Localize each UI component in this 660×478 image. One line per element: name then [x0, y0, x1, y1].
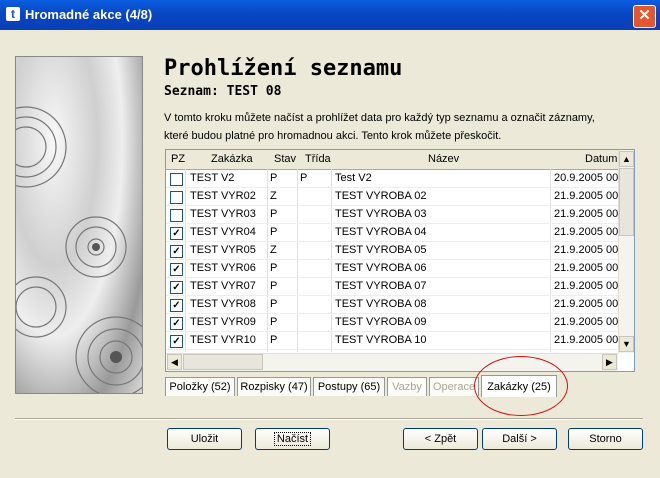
cell-nazev: TEST VYROBA 03 — [335, 208, 427, 220]
scroll-down-button[interactable]: ▼ — [619, 336, 634, 352]
row-checkbox[interactable] — [170, 191, 183, 204]
column-header-datum[interactable]: Datum — [585, 153, 617, 165]
cell-datum: 21.9.2005 00 — [554, 208, 619, 220]
cancel-button[interactable]: Storno — [568, 428, 643, 450]
vertical-scrollbar[interactable]: ▲ ▼ — [618, 150, 634, 353]
cell-stav: Z — [270, 244, 277, 256]
cell-zakazka: TEST VYR10 — [190, 334, 256, 346]
scroll-up-button[interactable]: ▲ — [619, 151, 634, 167]
tab-operace[interactable]: Operace — [429, 377, 479, 396]
cell-datum: 21.9.2005 00 — [554, 190, 619, 202]
cell-stav: P — [270, 334, 278, 346]
cell-stav: P — [270, 208, 278, 220]
cell-zakazka: TEST VYR05 — [190, 244, 256, 256]
cell-zakazka: TEST VYR02 — [190, 190, 256, 202]
separator — [15, 418, 643, 420]
cell-nazev: TEST VYROBA 07 — [335, 280, 427, 292]
row-checkbox[interactable]: ✓ — [170, 317, 183, 330]
cell-stav: P — [270, 298, 278, 310]
column-header-trida[interactable]: Třída — [305, 153, 331, 165]
step-description: V tomto kroku můžete načíst a prohlížet … — [164, 109, 634, 145]
cell-datum: 21.9.2005 00 — [554, 316, 619, 328]
table-row[interactable]: ✓ TEST VYR05 Z TEST VYROBA 05 21.9.2005 00 — [166, 242, 618, 260]
annotation-circle — [474, 356, 568, 416]
next-button[interactable]: Další > — [482, 428, 557, 450]
app-icon: t — [6, 7, 20, 21]
cell-stav: P — [270, 280, 278, 292]
cell-nazev: TEST VYROBA 09 — [335, 316, 427, 328]
cell-nazev: TEST VYROBA 04 — [335, 226, 427, 238]
cell-datum: 21.9.2005 00 — [554, 262, 619, 274]
row-checkbox[interactable]: ✓ — [170, 299, 183, 312]
cell-stav: P — [270, 316, 278, 328]
horizontal-scroll-thumb[interactable] — [183, 354, 263, 370]
description-line: V tomto kroku můžete načíst a prohlížet … — [164, 112, 595, 124]
tab-vazby[interactable]: Vazby — [387, 377, 427, 396]
cell-stav: P — [270, 262, 278, 274]
cell-nazev: Test V2 — [335, 172, 372, 184]
cell-stav: P — [270, 226, 278, 238]
table-row[interactable]: ✓ TEST VYR10 P TEST VYROBA 10 21.9.2005 00 — [166, 332, 618, 350]
table-row[interactable]: TEST VYR02 Z TEST VYROBA 02 21.9.2005 00 — [166, 188, 618, 206]
table-row[interactable]: ✓ TEST VYR06 P TEST VYROBA 06 21.9.2005 00 — [166, 260, 618, 278]
cell-zakazka: TEST VYR07 — [190, 280, 256, 292]
table-row[interactable]: TEST V2 P P Test V2 20.9.2005 00 — [166, 170, 618, 188]
cell-datum: 21.9.2005 00 — [554, 280, 619, 292]
column-header-nazev[interactable]: Název — [428, 153, 459, 165]
column-header-stav[interactable]: Stav — [274, 153, 296, 165]
tab-postupy[interactable]: Postupy (65) — [313, 377, 385, 396]
row-checkbox[interactable]: ✓ — [170, 263, 183, 276]
vertical-scroll-thumb[interactable] — [619, 168, 634, 236]
row-checkbox[interactable] — [170, 209, 183, 222]
row-checkbox[interactable]: ✓ — [170, 281, 183, 294]
table-row[interactable]: ✓ TEST VYR08 P TEST VYROBA 08 21.9.2005 00 — [166, 296, 618, 314]
grid-header: PZ Zakázka Stav Třída Název Datum — [166, 150, 618, 170]
cell-nazev: TEST VYROBA 02 — [335, 190, 427, 202]
cell-zakazka: TEST VYR06 — [190, 262, 256, 274]
row-checkbox[interactable]: ✓ — [170, 227, 183, 240]
list-name: Seznam: TEST 08 — [164, 84, 282, 99]
back-button[interactable]: < Zpět — [403, 428, 478, 450]
cell-datum: 21.9.2005 00 — [554, 244, 619, 256]
scroll-left-button[interactable]: ◀ — [167, 354, 182, 370]
cell-stav: P — [270, 172, 278, 184]
gears-image — [16, 106, 142, 393]
scroll-right-button[interactable]: ▶ — [602, 354, 617, 370]
page-title: Prohlížení seznamu — [164, 56, 403, 81]
row-checkbox[interactable]: ✓ — [170, 245, 183, 258]
cell-zakazka: TEST VYR04 — [190, 226, 256, 238]
records-grid[interactable]: PZ Zakázka Stav Třída Název Datum TEST V… — [165, 149, 635, 372]
tab-polozky[interactable]: Položky (52) — [165, 377, 235, 396]
gears-illustration — [15, 56, 143, 394]
row-checkbox[interactable] — [170, 173, 183, 186]
cell-zakazka: TEST VYR03 — [190, 208, 256, 220]
table-row[interactable]: ✓ TEST VYR09 P TEST VYROBA 09 21.9.2005 00 — [166, 314, 618, 332]
title-bar[interactable]: t Hromadné akce (4/8) ✕ — [0, 0, 660, 30]
column-header-zakazka[interactable]: Zakázka — [211, 153, 253, 165]
cell-zakazka: TEST VYR09 — [190, 316, 256, 328]
cell-nazev: TEST VYROBA 06 — [335, 262, 427, 274]
cell-nazev: TEST VYROBA 05 — [335, 244, 427, 256]
window-title: Hromadné akce (4/8) — [25, 7, 153, 22]
cell-datum: 21.9.2005 00 — [554, 334, 619, 346]
cell-stav: Z — [270, 190, 277, 202]
column-header-pz[interactable]: PZ — [171, 153, 185, 165]
save-button[interactable]: Uložit — [167, 428, 242, 450]
description-line: které budou platné pro hromadnou akci. T… — [164, 130, 502, 142]
cell-datum: 20.9.2005 00 — [554, 172, 619, 184]
load-button[interactable]: Načíst — [255, 428, 330, 450]
table-row[interactable]: TEST VYR03 P TEST VYROBA 03 21.9.2005 00 — [166, 206, 618, 224]
cell-datum: 21.9.2005 00 — [554, 226, 619, 238]
cell-datum: 21.9.2005 00 — [554, 298, 619, 310]
row-checkbox[interactable]: ✓ — [170, 335, 183, 348]
table-row[interactable]: ✓ TEST VYR04 P TEST VYROBA 04 21.9.2005 00 — [166, 224, 618, 242]
cell-trida: P — [300, 172, 308, 184]
cell-nazev: TEST VYROBA 08 — [335, 298, 427, 310]
cell-nazev: TEST VYROBA 10 — [335, 334, 427, 346]
tab-rozpisky[interactable]: Rozpisky (47) — [237, 377, 311, 396]
cell-zakazka: TEST VYR08 — [190, 298, 256, 310]
close-button[interactable]: ✕ — [633, 5, 656, 28]
cell-zakazka: TEST V2 — [190, 172, 235, 184]
table-row[interactable]: ✓ TEST VYR07 P TEST VYROBA 07 21.9.2005 00 — [166, 278, 618, 296]
